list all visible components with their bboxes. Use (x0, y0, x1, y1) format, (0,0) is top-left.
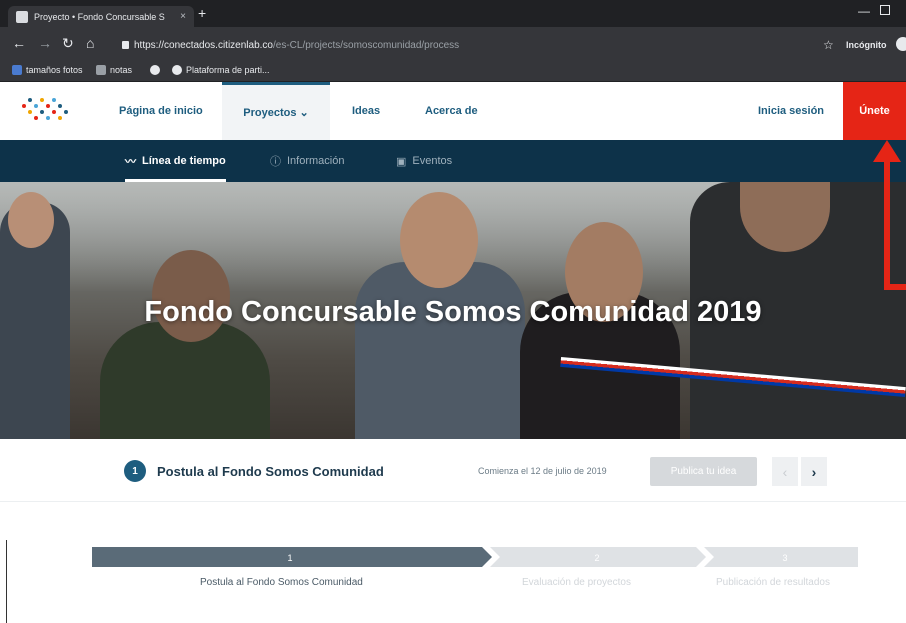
project-title: Fondo Concursable Somos Comunidad 2019 (144, 296, 762, 328)
favicon-icon (16, 10, 28, 23)
close-tab-icon[interactable]: × (180, 11, 186, 22)
bookmarks-bar: tamaños fotos notas Plataforma de parti.… (0, 61, 906, 82)
tab-timeline[interactable]: 〰 Línea de tiempo (125, 140, 226, 182)
incognito-icon[interactable] (896, 37, 906, 51)
bookmark-item[interactable]: Plataforma de parti... (172, 65, 270, 75)
info-icon: ⓘ (270, 156, 281, 168)
arrow-shaft (884, 158, 890, 290)
tab-label: Eventos (412, 155, 453, 167)
left-divider (6, 540, 7, 623)
previous-phase-button[interactable]: ‹ (772, 457, 798, 486)
trend-line-icon: 〰 (125, 156, 136, 168)
tab-information[interactable]: ⓘ Información (270, 140, 344, 182)
timeline-step-3-bar[interactable] (704, 547, 858, 567)
nav-home[interactable]: Página de inicio (119, 82, 203, 140)
url-path: /es-CL/projects/somoscomunidad/process (272, 40, 460, 51)
back-arrow-icon[interactable]: ← (12, 35, 26, 51)
bookmark-item[interactable] (150, 65, 160, 75)
globe-icon (150, 65, 160, 75)
publish-idea-button[interactable]: Publica tu idea (650, 457, 757, 486)
lock-icon (122, 41, 129, 49)
signin-link[interactable]: Inicia sesión (758, 82, 824, 140)
next-phase-button[interactable]: › (801, 457, 827, 486)
bookmark-label: tamaños fotos (26, 65, 83, 75)
calendar-icon: ▣ (396, 155, 407, 168)
hero-person (355, 262, 525, 439)
minimize-icon[interactable]: — (858, 4, 870, 18)
nav-about[interactable]: Acerca de (425, 82, 478, 140)
bookmark-favicon-icon (96, 65, 106, 75)
browser-tab[interactable]: Proyecto • Fondo Concursable S × (8, 6, 194, 27)
timeline-step-3-number: 3 (782, 553, 787, 563)
tab-events[interactable]: ▣ Eventos (396, 140, 452, 182)
site-header: Página de inicio Proyectos ⌄ Ideas Acerc… (0, 82, 906, 140)
timeline-step-1-number: 1 (287, 553, 292, 563)
current-phase-bar: 1 Postula al Fondo Somos Comunidad Comie… (0, 439, 906, 502)
tab-title: Proyecto • Fondo Concursable S (34, 11, 165, 22)
hero-banner: Fondo Concursable Somos Comunidad 2019 (0, 182, 906, 439)
new-tab-icon[interactable]: + (198, 5, 206, 21)
citizenlab-logo[interactable] (20, 96, 72, 126)
url-host: https://conectados.citizenlab.co (134, 40, 273, 51)
home-icon[interactable]: ⌂ (86, 35, 94, 51)
phase-title: Postula al Fondo Somos Comunidad (157, 464, 384, 479)
incognito-label: Incógnito (846, 40, 887, 50)
hero-face (8, 192, 54, 248)
tab-label: Información (287, 155, 345, 167)
bookmark-star-icon[interactable]: ☆ (823, 38, 834, 52)
bookmark-item[interactable]: tamaños fotos (12, 65, 83, 75)
bookmark-favicon-icon (12, 65, 22, 75)
tab-label: Línea de tiempo (142, 155, 226, 167)
nav-ideas[interactable]: Ideas (352, 82, 380, 140)
join-button[interactable]: Únete (843, 82, 906, 140)
arrow-tail (884, 284, 906, 290)
url-field[interactable]: https://conectados.citizenlab.co/es-CL/p… (122, 40, 459, 51)
timeline-step-3-label[interactable]: Publicación de resultados (716, 577, 830, 588)
nav-projects[interactable]: Proyectos ⌄ (222, 82, 330, 140)
address-bar-row: ← → ↻ ⌂ https://conectados.citizenlab.co… (0, 27, 906, 61)
forward-arrow-icon[interactable]: → (38, 35, 52, 51)
timeline-step-1-label[interactable]: Postula al Fondo Somos Comunidad (200, 577, 363, 588)
globe-icon (172, 65, 182, 75)
project-subnav: 〰 Línea de tiempo ⓘ Información ▣ Evento… (0, 140, 906, 182)
bookmark-label: Plataforma de parti... (186, 65, 270, 75)
reload-icon[interactable]: ↻ (62, 35, 74, 52)
timeline-step-2-number: 2 (594, 553, 599, 563)
maximize-icon[interactable] (880, 5, 890, 15)
browser-tab-bar: Proyecto • Fondo Concursable S × + — (0, 0, 906, 27)
bookmark-item[interactable]: notas (96, 65, 132, 75)
phase-number-badge: 1 (124, 460, 146, 482)
arrow-head (873, 140, 901, 162)
phase-timeline: 1 2 3 (92, 547, 858, 567)
bookmark-label: notas (110, 65, 133, 75)
hero-face (400, 192, 478, 288)
phase-start-date: Comienza el 12 de julio de 2019 (478, 466, 607, 476)
timeline-step-2-label[interactable]: Evaluación de proyectos (522, 577, 631, 588)
